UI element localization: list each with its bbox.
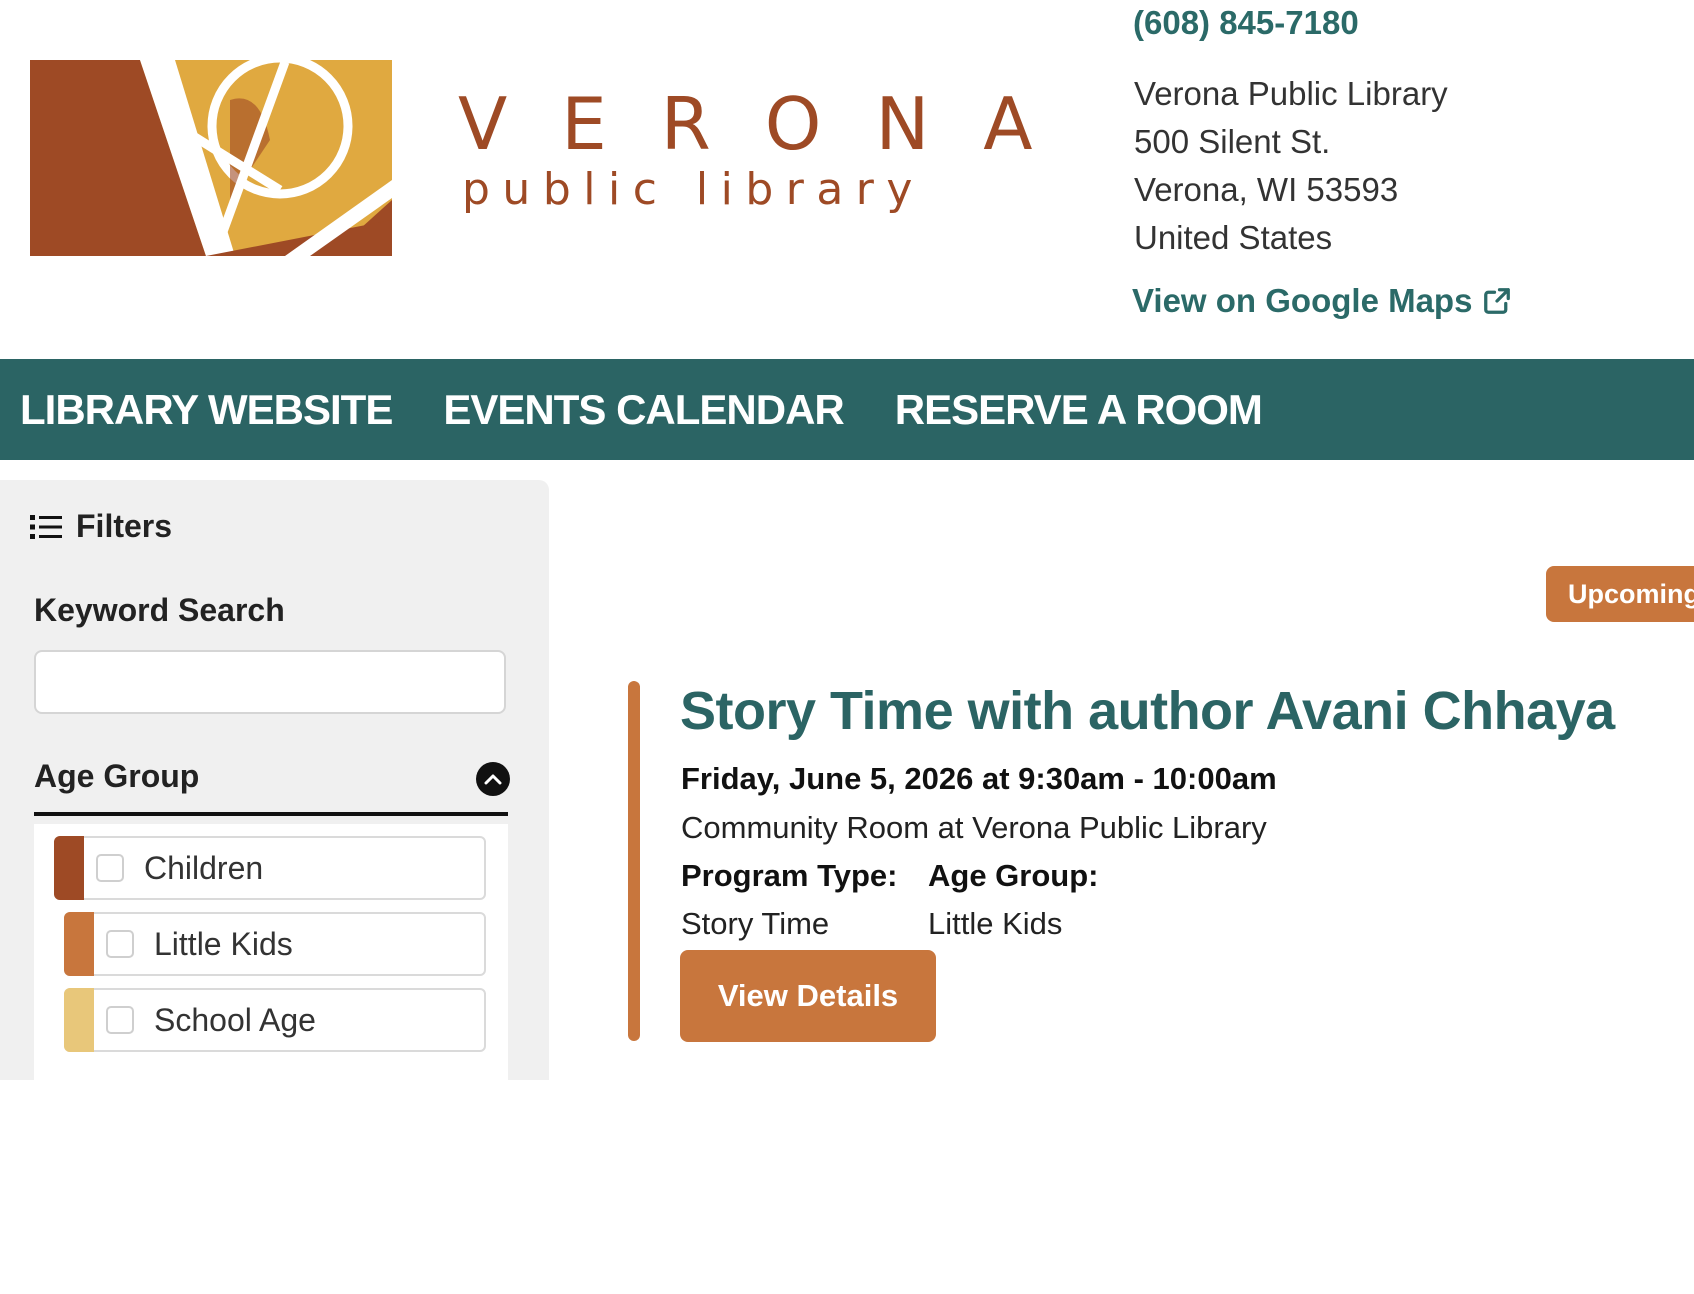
age-option-school-age[interactable]: School Age (64, 988, 486, 1052)
checkbox[interactable] (106, 1006, 134, 1034)
color-swatch (64, 988, 94, 1052)
event-title[interactable]: Story Time with author Avani Chhaya (680, 680, 1615, 742)
event-location: Community Room at Verona Public Library (681, 810, 1267, 845)
logo-wordmark: VERONA (458, 82, 1087, 166)
address-line: Verona, WI 53593 (1134, 171, 1399, 208)
age-group-filter: Age Group Children Little Kids School Ag… (34, 758, 510, 1294)
divider (34, 812, 508, 816)
list-icon (30, 514, 62, 539)
color-swatch (54, 836, 84, 900)
event-accent-bar (628, 681, 640, 1041)
age-group-list: Children Little Kids School Age (34, 824, 508, 1124)
chevron-up-icon (484, 774, 502, 785)
age-group-title: Age Group (34, 758, 200, 794)
address-line: 500 Silent St. (1134, 123, 1331, 160)
filters-label: Filters (76, 508, 173, 544)
phone-link[interactable]: (608) 845-7180 (1133, 4, 1359, 42)
external-link-icon (1484, 288, 1511, 314)
filters-sidebar: Filters Keyword Search Age Group Childre… (0, 480, 549, 1124)
view-details-button[interactable]: View Details (680, 950, 936, 1042)
address-line: Verona Public Library (1134, 75, 1448, 112)
address-line: United States (1134, 219, 1333, 256)
age-option-children[interactable]: Children (54, 836, 486, 900)
checkbox[interactable] (96, 854, 124, 882)
library-logo[interactable] (30, 60, 392, 256)
color-swatch (64, 912, 94, 976)
age-option-label: School Age (154, 1001, 316, 1038)
keyword-search-input[interactable] (34, 650, 506, 714)
filters-heading[interactable]: Filters (30, 508, 172, 545)
address-block: Verona Public Library 500 Silent St. Ver… (1134, 70, 1448, 262)
program-type-value: Story Time (681, 906, 830, 941)
age-option-label: Children (144, 849, 264, 886)
google-maps-link[interactable]: View on Google Maps (1132, 282, 1512, 320)
age-group-value: Little Kids (928, 906, 1063, 941)
event-date: Friday, June 5, 2026 at 9:30am - 10:00am (681, 761, 1277, 796)
upcoming-button[interactable]: Upcoming (1546, 566, 1694, 622)
program-type-label: Program Type: (681, 858, 898, 893)
google-maps-label: View on Google Maps (1132, 282, 1473, 319)
main-nav: LIBRARY WEBSITE EVENTS CALENDAR RESERVE … (0, 359, 1694, 460)
age-option-label: Little Kids (154, 925, 293, 962)
nav-reserve-room[interactable]: RESERVE A ROOM (895, 386, 1263, 434)
nav-events-calendar[interactable]: EVENTS CALENDAR (443, 386, 844, 434)
nav-library-website[interactable]: LIBRARY WEBSITE (20, 386, 393, 434)
age-group-label: Age Group: (928, 858, 1099, 893)
checkbox[interactable] (106, 930, 134, 958)
collapse-toggle[interactable] (476, 762, 510, 796)
logo-subword: public library (462, 164, 925, 215)
age-option-little-kids[interactable]: Little Kids (64, 912, 486, 976)
keyword-search-label: Keyword Search (34, 592, 285, 628)
